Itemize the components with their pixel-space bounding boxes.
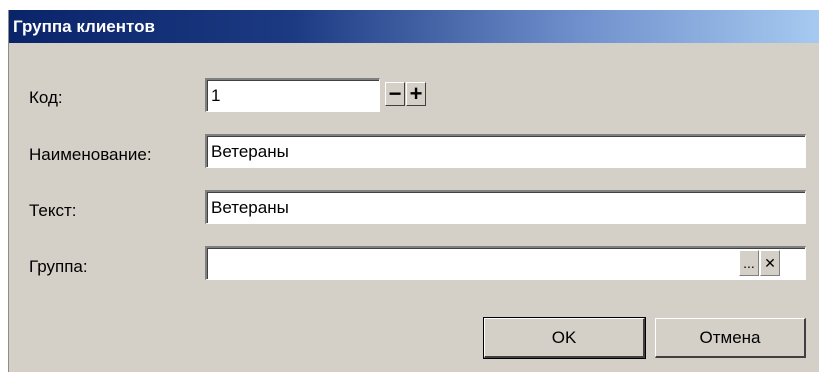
browse-button[interactable]: ... (739, 250, 759, 276)
group-field[interactable]: ... ✕ (205, 246, 806, 280)
dialog-title: Группа клиентов (13, 17, 155, 36)
code-label: Код: (29, 88, 63, 107)
group-label: Группа: (29, 257, 88, 276)
client-group-dialog: Группа клиентов Код: 1 − + Наименование:… (8, 10, 819, 372)
name-value: Ветераны (211, 142, 289, 161)
clear-icon[interactable]: ✕ (760, 250, 780, 276)
ok-button[interactable]: OK (483, 317, 646, 359)
text-label: Текст: (29, 201, 77, 220)
name-field[interactable]: Ветераны (205, 134, 806, 168)
code-value: 1 (211, 86, 221, 105)
increment-button[interactable]: + (406, 82, 426, 106)
decrement-button[interactable]: − (385, 82, 405, 106)
text-field[interactable]: Ветераны (205, 190, 806, 224)
text-value: Ветераны (211, 198, 289, 217)
name-label: Наименование: (29, 145, 152, 164)
title-bar[interactable]: Группа клиентов (9, 10, 819, 43)
cancel-button[interactable]: Отмена (655, 318, 806, 358)
code-field[interactable]: 1 (205, 78, 380, 112)
